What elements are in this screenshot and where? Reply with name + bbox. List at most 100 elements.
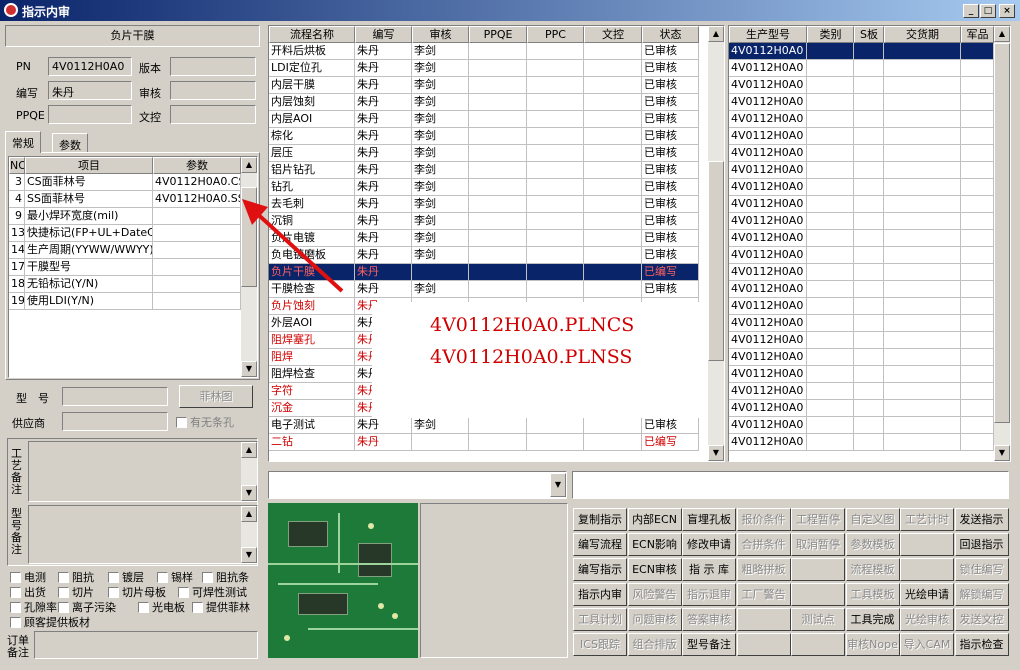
action-button[interactable]: 自定义图 <box>845 508 900 531</box>
doc-field[interactable] <box>170 105 256 124</box>
param-row[interactable]: 3 CS面菲林号 4V0112H0A0.CS <box>9 174 241 191</box>
action-button[interactable]: 发送文控 <box>954 608 1009 631</box>
process-row[interactable]: 开料后烘板 朱丹 李剑 已审核 <box>269 43 699 60</box>
action-button[interactable] <box>791 558 845 581</box>
tab-params[interactable]: 参数 <box>52 133 88 153</box>
action-button[interactable]: 指示退审 <box>682 583 736 606</box>
action-button[interactable] <box>900 558 954 581</box>
param-row[interactable]: 17 干膜型号 <box>9 259 241 276</box>
action-button[interactable]: 工艺计时 <box>900 508 954 531</box>
action-button[interactable]: 流程模板 <box>845 558 900 581</box>
process-row[interactable]: 内层蚀刻 朱丹 李剑 已审核 <box>269 94 699 111</box>
process-row[interactable]: 层压 朱丹 李剑 已审核 <box>269 145 699 162</box>
process-row[interactable]: LDI定位孔 朱丹 李剑 已审核 <box>269 60 699 77</box>
action-button[interactable]: 复制指示 <box>573 508 627 531</box>
action-button[interactable] <box>736 633 791 656</box>
option-checkbox[interactable]: 切片母板 <box>108 584 166 600</box>
process-header[interactable]: PPQE <box>469 26 527 43</box>
product-row[interactable]: 4V0112H0A0 <box>729 434 994 451</box>
process-row[interactable]: 棕化 朱丹 李剑 已审核 <box>269 128 699 145</box>
action-button[interactable]: 编写流程 <box>573 533 627 556</box>
process-row[interactable]: 钻孔 朱丹 李剑 已审核 <box>269 179 699 196</box>
product-row[interactable]: 4V0112H0A0 <box>729 77 994 94</box>
version-field[interactable] <box>170 57 256 76</box>
review-field[interactable] <box>170 81 256 100</box>
pn-field[interactable]: 4V0112H0A0 <box>48 57 132 76</box>
option-checkbox[interactable]: 锡样 <box>157 569 193 585</box>
action-button[interactable]: 风险警告 <box>627 583 682 606</box>
param-row[interactable]: 14 生产周期(YYWW/WWYY) <box>9 242 241 259</box>
action-button[interactable]: 工厂警告 <box>736 583 791 606</box>
action-button[interactable]: 审核Nope <box>845 633 900 656</box>
product-row[interactable]: 4V0112H0A0 <box>729 349 994 366</box>
option-checkbox[interactable]: 光电板 <box>138 599 185 615</box>
scroll-thumb[interactable] <box>994 43 1010 423</box>
lower-combo[interactable] <box>268 471 567 499</box>
process-header[interactable]: 状态 <box>642 26 699 43</box>
product-row[interactable]: 4V0112H0A0 <box>729 60 994 77</box>
product-row[interactable]: 4V0112H0A0 <box>729 230 994 247</box>
action-button[interactable]: 解锁编写 <box>954 583 1009 606</box>
scroll-up-icon[interactable]: ▲ <box>241 506 257 522</box>
action-button[interactable]: 光绘审核 <box>900 608 954 631</box>
process-header[interactable]: 文控 <box>584 26 642 43</box>
action-button[interactable]: 发送指示 <box>954 508 1009 531</box>
action-button[interactable] <box>736 608 791 631</box>
option-checkbox[interactable]: 孔隙率 <box>10 599 57 615</box>
process-header[interactable]: 编写 <box>355 26 412 43</box>
scroll-down-icon[interactable]: ▼ <box>241 361 257 377</box>
process-scrollbar[interactable]: ▲ ▼ <box>708 26 724 461</box>
scroll-up-icon[interactable]: ▲ <box>708 26 724 42</box>
product-header[interactable]: 生产型号 <box>729 26 807 43</box>
action-button[interactable]: 导入CAM <box>900 633 954 656</box>
action-button[interactable]: 型号备注 <box>682 633 736 656</box>
product-row[interactable]: 4V0112H0A0 <box>729 111 994 128</box>
action-button[interactable]: 参数模板 <box>845 533 900 556</box>
scroll-up-icon[interactable]: ▲ <box>241 157 257 173</box>
action-button[interactable]: 内部ECN <box>627 508 682 531</box>
product-header[interactable]: S板 <box>854 26 884 43</box>
product-row[interactable]: 4V0112H0A0 <box>729 213 994 230</box>
product-row[interactable]: 4V0112H0A0 <box>729 196 994 213</box>
action-button[interactable]: 指 示 库 <box>682 558 736 581</box>
action-button[interactable]: 取消暂停 <box>791 533 845 556</box>
param-row[interactable]: 9 最小焊环宽度(mil) <box>9 208 241 225</box>
product-header[interactable]: 类别 <box>807 26 854 43</box>
option-checkbox[interactable]: 切片 <box>58 584 94 600</box>
scroll-thumb[interactable] <box>708 161 724 361</box>
scroll-down-icon[interactable]: ▼ <box>241 485 257 501</box>
product-header[interactable]: 交货期 <box>884 26 961 43</box>
product-row[interactable]: 4V0112H0A0 <box>729 128 994 145</box>
product-row[interactable]: 4V0112H0A0 <box>729 281 994 298</box>
scroll-down-icon[interactable]: ▼ <box>708 445 724 461</box>
option-checkbox[interactable]: 阻抗 <box>58 569 94 585</box>
ppqe-field[interactable] <box>48 105 132 124</box>
model-field[interactable] <box>62 387 168 406</box>
process-note-field[interactable]: ▲ ▼ <box>28 441 258 502</box>
scroll-up-icon[interactable]: ▲ <box>241 442 257 458</box>
param-header-no[interactable]: NO <box>9 157 25 174</box>
action-button[interactable]: 组合排版 <box>627 633 682 656</box>
product-row[interactable]: 4V0112H0A0 <box>729 145 994 162</box>
product-row[interactable]: 4V0112H0A0 <box>729 383 994 400</box>
action-button[interactable]: ECN审核 <box>627 558 682 581</box>
product-row[interactable]: 4V0112H0A0 <box>729 366 994 383</box>
process-row[interactable]: 内层AOI 朱丹 李剑 已审核 <box>269 111 699 128</box>
product-row[interactable]: 4V0112H0A0 <box>729 298 994 315</box>
order-note-field[interactable] <box>34 631 258 659</box>
action-button[interactable]: 问题审核 <box>627 608 682 631</box>
action-button[interactable]: 报价条件 <box>736 508 791 531</box>
maximize-button[interactable]: □ <box>980 4 996 18</box>
action-button[interactable]: 光绘申请 <box>900 583 954 606</box>
strip-checkbox[interactable]: 有无条孔 <box>176 414 234 430</box>
scroll-down-icon[interactable]: ▼ <box>241 547 257 563</box>
action-button[interactable]: 指示内审 <box>573 583 627 606</box>
param-row[interactable]: 18 无铅标记(Y/N) <box>9 276 241 293</box>
action-button[interactable]: 粗略拼板 <box>736 558 791 581</box>
action-button[interactable]: 工具完成 <box>845 608 900 631</box>
product-scrollbar[interactable]: ▲ ▼ <box>994 26 1010 461</box>
action-button[interactable]: 修改申请 <box>682 533 736 556</box>
product-row[interactable]: 4V0112H0A0 <box>729 179 994 196</box>
option-checkbox[interactable]: 电测 <box>10 569 46 585</box>
action-button[interactable]: 指示检查 <box>954 633 1009 656</box>
